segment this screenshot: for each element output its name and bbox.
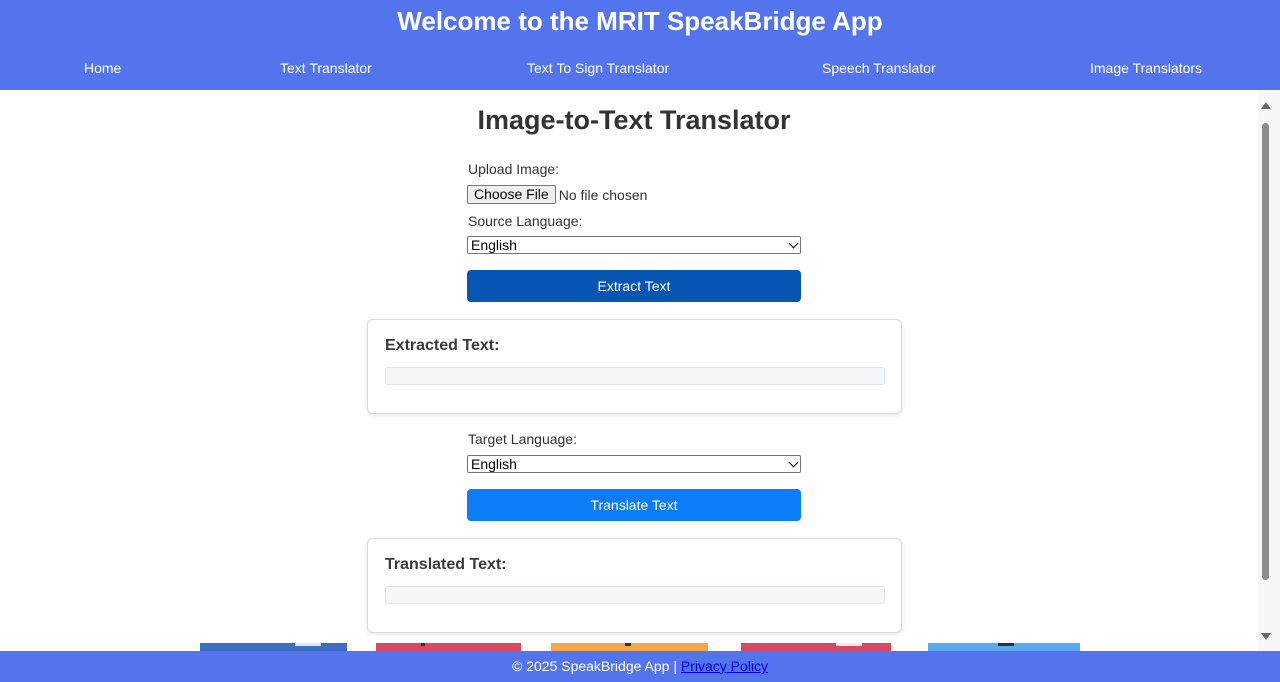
choose-file-button[interactable]: Choose File [467, 185, 556, 204]
source-language-label: Source Language: [468, 213, 583, 229]
nav-item-home[interactable]: Home [84, 60, 121, 76]
chevron-down-icon [788, 457, 799, 468]
nav-item-speech-translator[interactable]: Speech Translator [822, 60, 936, 76]
gallery-image [928, 643, 1080, 651]
app-footer: © 2025 SpeakBridge App | Privacy Policy [0, 651, 1280, 682]
gallery-image [551, 643, 708, 651]
extracted-text-card: Extracted Text: [367, 319, 902, 414]
file-input: Choose File No file chosen [467, 185, 647, 205]
main-nav: Home Text Translator Text To Sign Transl… [0, 60, 1280, 80]
page-title: Image-to-Text Translator [477, 105, 791, 135]
target-language-label: Target Language: [468, 431, 577, 447]
target-language-value: English [471, 456, 517, 472]
chevron-down-icon [788, 238, 799, 249]
scroll-thumb[interactable] [1262, 123, 1269, 580]
scroll-down-arrow-icon[interactable] [1261, 633, 1271, 640]
vertical-scrollbar[interactable] [1258, 90, 1280, 651]
translated-text-title: Translated Text: [385, 556, 507, 573]
source-language-value: English [471, 237, 517, 253]
nav-item-text-to-sign[interactable]: Text To Sign Translator [527, 60, 669, 76]
target-language-select[interactable]: English [467, 455, 801, 473]
footer-copyright: © 2025 SpeakBridge App | [512, 658, 677, 674]
extract-text-button[interactable]: Extract Text [467, 270, 801, 302]
gallery-image [200, 643, 347, 651]
translate-text-button[interactable]: Translate Text [467, 489, 801, 521]
translated-text-card: Translated Text: [367, 538, 902, 633]
scroll-up-arrow-icon[interactable] [1261, 102, 1271, 109]
source-language-select[interactable]: English [467, 236, 801, 254]
gallery-image [741, 643, 891, 651]
extracted-text-output [385, 367, 885, 385]
nav-item-text-translator[interactable]: Text Translator [280, 60, 372, 76]
gallery-image [376, 643, 521, 651]
extracted-text-title: Extracted Text: [385, 337, 500, 354]
app-header: Welcome to the MRIT SpeakBridge App Home… [0, 0, 1280, 90]
privacy-policy-link[interactable]: Privacy Policy [681, 658, 768, 674]
translated-text-output [385, 586, 885, 604]
app-title: Welcome to the MRIT SpeakBridge App [397, 6, 883, 36]
main-content: Image-to-Text Translator Upload Image: C… [0, 90, 1258, 651]
nav-item-image-translators[interactable]: Image Translators [1090, 60, 1202, 76]
upload-image-label: Upload Image: [468, 161, 560, 177]
file-status: No file chosen [558, 186, 648, 203]
